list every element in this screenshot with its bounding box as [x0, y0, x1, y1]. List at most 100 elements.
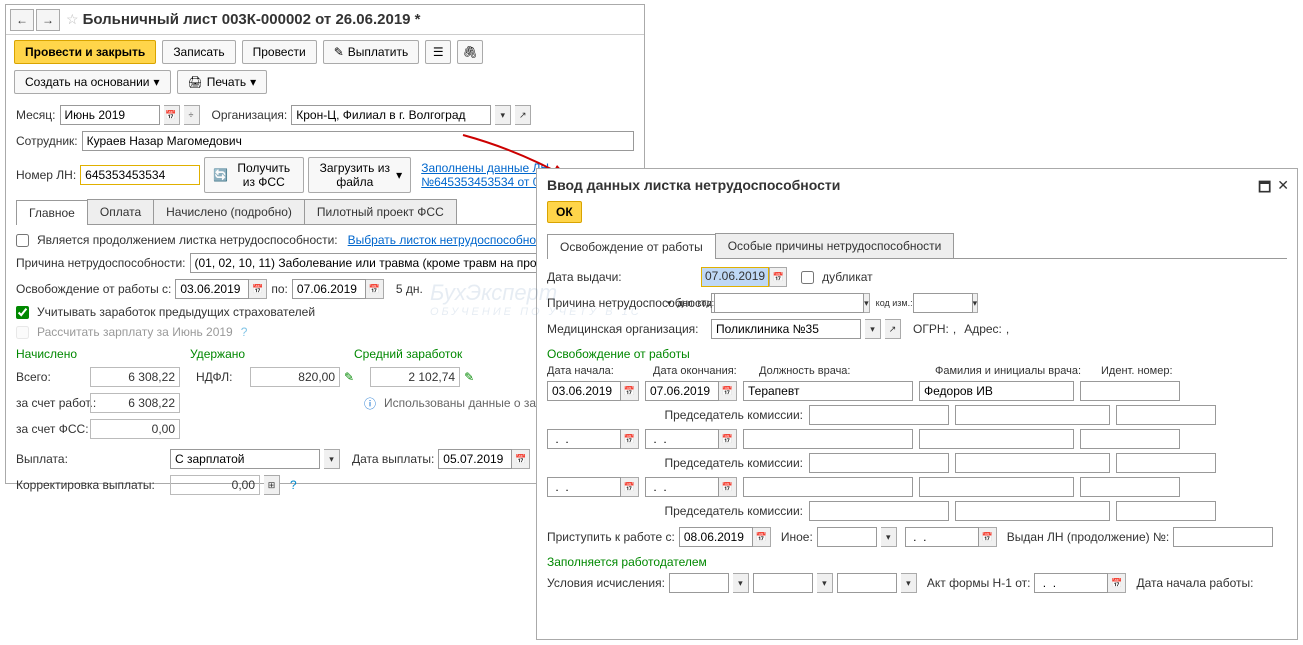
r2-ident[interactable] — [1080, 429, 1180, 449]
addcode-input[interactable] — [714, 293, 864, 313]
calendar-icon[interactable]: 📅 — [512, 449, 530, 469]
calendar-icon[interactable]: 📅 — [719, 429, 737, 449]
save-button[interactable]: Записать — [162, 40, 235, 64]
date-from-input[interactable] — [175, 279, 249, 299]
other-dd-icon[interactable]: ▾ — [881, 527, 897, 547]
tab-pay[interactable]: Оплата — [87, 199, 154, 224]
fwd-button[interactable]: → — [36, 9, 60, 31]
r3-end[interactable] — [645, 477, 719, 497]
org-input[interactable] — [291, 105, 491, 125]
reason-dd-icon[interactable]: ▾ доп. код: ▾ код изм.: ▾ — [815, 293, 831, 313]
chgcode-dd-icon[interactable]: ▾ — [973, 293, 979, 313]
cond-dd-icon[interactable]: ▾ — [817, 573, 833, 593]
comm1-pos[interactable] — [809, 405, 949, 425]
comm3-pos[interactable] — [809, 501, 949, 521]
calendar-icon[interactable]: 📅 — [719, 381, 737, 401]
issue-date-input[interactable]: 07.06.2019 — [701, 267, 769, 287]
tab-exempt[interactable]: Освобождение от работы — [547, 234, 716, 259]
calendar-icon[interactable]: 📅 — [249, 279, 267, 299]
issued-ln-input[interactable] — [1173, 527, 1273, 547]
r2-name[interactable] — [919, 429, 1074, 449]
print-button[interactable]: 🖨 Печать ▾ — [177, 70, 268, 94]
return-input[interactable] — [679, 527, 753, 547]
doc-icon-button[interactable]: ☰ — [425, 40, 451, 64]
ln-input[interactable] — [80, 165, 200, 185]
comm1-name[interactable] — [955, 405, 1110, 425]
r1-end[interactable] — [645, 381, 719, 401]
comm3-ident[interactable] — [1116, 501, 1216, 521]
create-based-button[interactable]: Создать на основании ▾ — [14, 70, 171, 94]
help-icon[interactable]: ? — [290, 478, 297, 492]
chgcode-input[interactable] — [913, 293, 973, 313]
r3-ident[interactable] — [1080, 477, 1180, 497]
emp-input[interactable] — [82, 131, 634, 151]
calendar-icon[interactable]: 📅 — [979, 527, 997, 547]
attach-icon-button[interactable]: 🖇 — [457, 40, 483, 64]
consider-checkbox[interactable] — [16, 306, 29, 319]
comm2-name[interactable] — [955, 453, 1110, 473]
r2-end[interactable] — [645, 429, 719, 449]
r3-pos[interactable] — [743, 477, 913, 497]
cond3[interactable] — [837, 573, 897, 593]
date-to-input[interactable] — [292, 279, 366, 299]
get-fss-button[interactable]: 🔄 Получить из ФСС — [204, 157, 304, 193]
month-cal-icon[interactable]: 📅 — [164, 105, 180, 125]
calendar-icon[interactable]: 📅 — [621, 381, 639, 401]
r2-start[interactable] — [547, 429, 621, 449]
medorg-dd-icon[interactable]: ▾ — [865, 319, 881, 339]
other-input[interactable] — [817, 527, 877, 547]
cond2[interactable] — [753, 573, 813, 593]
calendar-icon[interactable]: 📅 — [621, 429, 639, 449]
back-button[interactable]: ← — [10, 9, 34, 31]
choose-sheet-link[interactable]: Выбрать листок нетрудоспособности... — [348, 233, 565, 247]
cond-dd-icon[interactable]: ▾ — [901, 573, 917, 593]
pay-button[interactable]: ✎ Выплатить — [323, 40, 420, 64]
comm2-ident[interactable] — [1116, 453, 1216, 473]
cond1[interactable] — [669, 573, 729, 593]
comm1-ident[interactable] — [1116, 405, 1216, 425]
org-dd-icon[interactable]: ▾ — [495, 105, 511, 125]
reason-input[interactable] — [190, 253, 550, 273]
addcode-dd-icon[interactable]: ▾ — [864, 293, 870, 313]
ok-button[interactable]: ОК — [547, 201, 582, 223]
tab-pilot[interactable]: Пилотный проект ФСС — [304, 199, 457, 224]
r1-start[interactable] — [547, 381, 621, 401]
cond-dd-icon[interactable]: ▾ — [733, 573, 749, 593]
comm2-pos[interactable] — [809, 453, 949, 473]
calendar-icon[interactable]: 📅 — [621, 477, 639, 497]
medorg-open-icon[interactable]: ↗ — [885, 319, 901, 339]
comm3-name[interactable] — [955, 501, 1110, 521]
calendar-icon[interactable]: 📅 — [366, 279, 384, 299]
calendar-icon[interactable]: 📅 — [769, 267, 787, 287]
post-close-button[interactable]: Провести и закрыть — [14, 40, 156, 64]
corr-edit-icon[interactable]: ⊞ — [264, 475, 280, 495]
calendar-icon[interactable]: 📅 — [753, 527, 771, 547]
r2-pos[interactable] — [743, 429, 913, 449]
month-spinner[interactable]: ÷ — [184, 105, 200, 125]
calendar-icon[interactable]: 📅 — [1108, 573, 1126, 593]
pencil-icon[interactable]: ✎ — [464, 370, 474, 384]
r1-name[interactable] — [919, 381, 1074, 401]
dialog-close-icon[interactable]: ✕ — [1277, 177, 1289, 201]
calendar-icon[interactable]: 📅 — [719, 477, 737, 497]
payout-input[interactable] — [170, 449, 320, 469]
other-date[interactable] — [905, 527, 979, 547]
act-date[interactable] — [1034, 573, 1108, 593]
payout-dd-icon[interactable]: ▾ — [324, 449, 340, 469]
tab-accrued[interactable]: Начислено (подробно) — [153, 199, 305, 224]
payout-date-input[interactable] — [438, 449, 512, 469]
r1-pos[interactable] — [743, 381, 913, 401]
help-icon[interactable]: ? — [241, 325, 248, 339]
post-button[interactable]: Провести — [242, 40, 317, 64]
duplicate-checkbox[interactable] — [801, 271, 814, 284]
info-icon[interactable]: ⓘ — [364, 395, 376, 412]
dialog-detach-icon[interactable]: 🗖 — [1258, 177, 1271, 201]
r3-start[interactable] — [547, 477, 621, 497]
r3-name[interactable] — [919, 477, 1074, 497]
load-file-button[interactable]: Загрузить из файла ▾ — [308, 157, 411, 193]
tab-main[interactable]: Главное — [16, 200, 88, 225]
month-input[interactable] — [60, 105, 160, 125]
medorg-input[interactable] — [711, 319, 861, 339]
org-open-icon[interactable]: ↗ — [515, 105, 531, 125]
pencil-icon[interactable]: ✎ — [344, 370, 354, 384]
